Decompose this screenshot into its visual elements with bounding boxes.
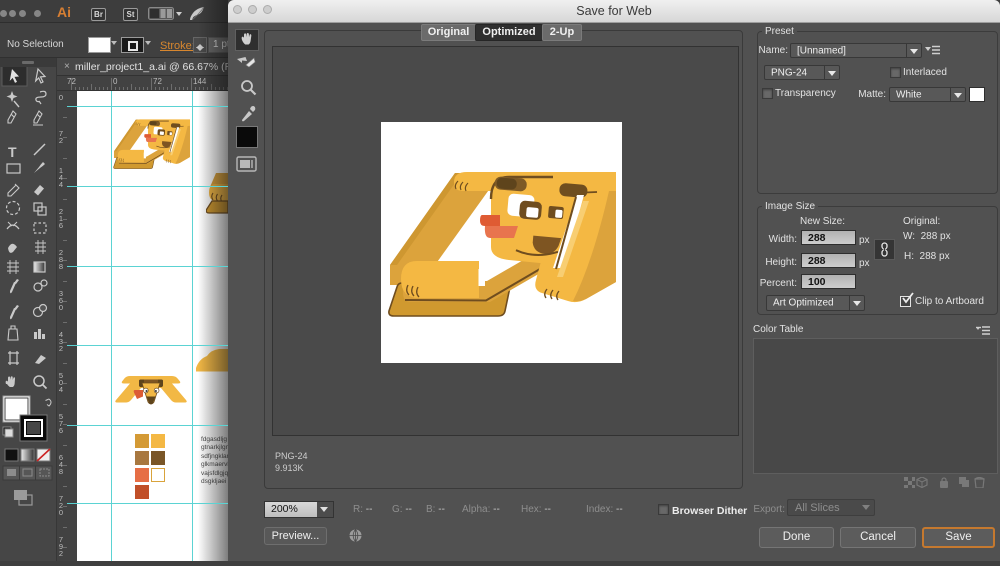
svg-text:4: 4: [59, 385, 63, 394]
svg-text:6: 6: [59, 426, 63, 435]
svg-text:T: T: [8, 144, 17, 160]
svg-text:4: 4: [59, 180, 63, 189]
svg-text:8: 8: [59, 467, 63, 476]
svg-text:0: 0: [59, 93, 63, 102]
svg-text:6: 6: [59, 221, 63, 230]
svg-text:72: 72: [67, 77, 76, 86]
svg-text:2: 2: [59, 136, 63, 145]
svg-text:8: 8: [59, 262, 63, 271]
svg-text:0: 0: [59, 508, 63, 517]
svg-text:72: 72: [153, 77, 162, 86]
svg-text:0: 0: [113, 77, 118, 86]
svg-text:2: 2: [59, 549, 63, 558]
svg-text:2: 2: [59, 344, 63, 353]
svg-text:0: 0: [59, 303, 63, 312]
